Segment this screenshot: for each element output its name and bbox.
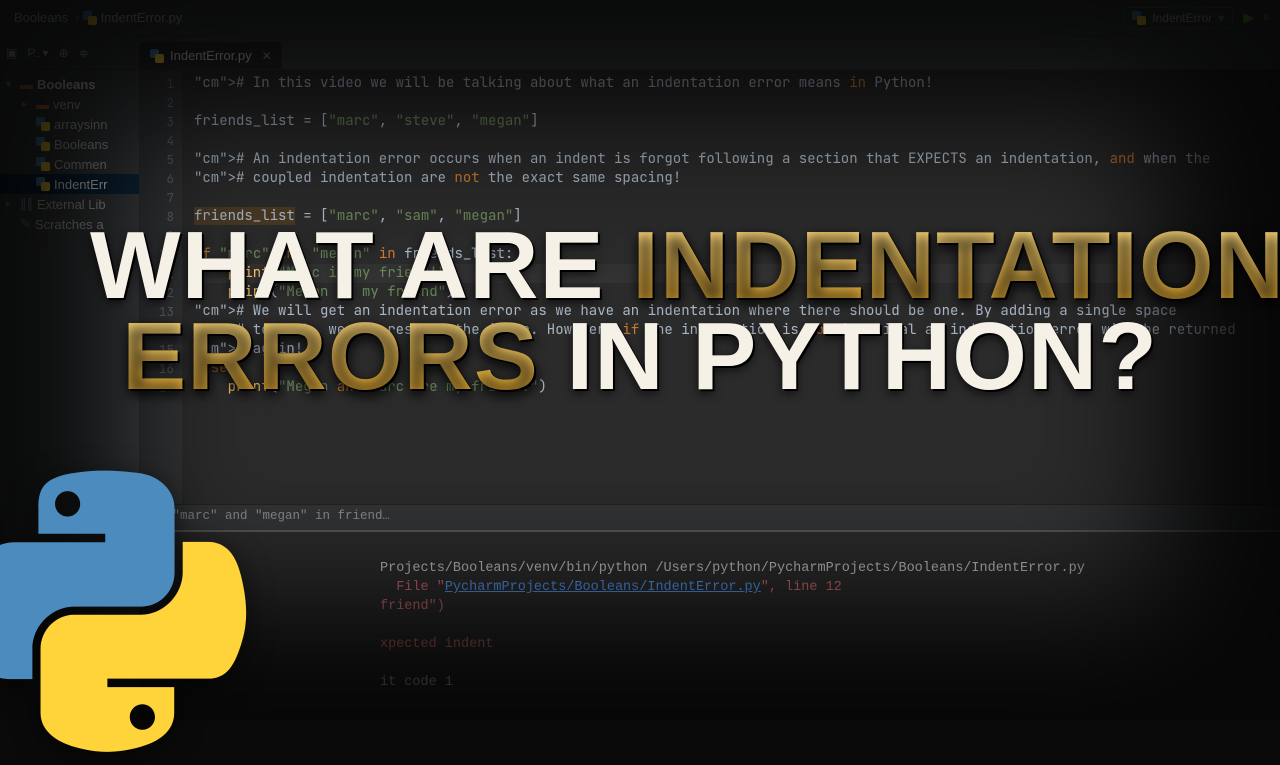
python-file-icon [150, 49, 164, 63]
tree-item[interactable]: ▸▬venv [0, 94, 139, 114]
project-toolbar: ▣ P.. ▾ ⊕ ≑ [0, 36, 139, 70]
console-exit: it code 1 [380, 675, 453, 690]
editor-breadcrumb[interactable]: if "marc" and "megan" in friend… [140, 504, 1280, 530]
title-word: IN PYTHON? [539, 303, 1158, 410]
console-snippet: friend") [380, 599, 445, 614]
console-command: Projects/Booleans/venv/bin/python /Users… [380, 561, 1085, 576]
console-error-line: File "PycharmProjects/Booleans/IndentErr… [380, 580, 842, 595]
run-button[interactable]: ▶ [1243, 9, 1254, 26]
python-file-icon [1132, 11, 1146, 25]
console-file-link[interactable]: PycharmProjects/Booleans/IndentError.py [445, 580, 761, 595]
tree-item[interactable]: Commen [0, 154, 139, 174]
title-word-highlight: INDENTATION [632, 212, 1280, 319]
target-icon[interactable]: ⊕ [59, 46, 69, 60]
tab-filename: IndentError.py [170, 48, 252, 63]
run-tool-window[interactable]: Projects/Booleans/venv/bin/python /Users… [140, 530, 1280, 720]
breadcrumb-file[interactable]: IndentError.py [97, 10, 187, 25]
run-config-selector[interactable]: IndentError ▾ [1123, 7, 1233, 29]
title-word-highlight: ERRORS [122, 303, 539, 410]
close-tab-icon[interactable]: ✕ [262, 49, 272, 63]
editor-tab-bar: IndentError.py ✕ [140, 36, 1280, 70]
project-view-icon[interactable]: ▣ [6, 46, 17, 60]
tree-item[interactable]: ▸∥∥External Lib [0, 194, 139, 214]
tree-item[interactable]: Booleans [0, 134, 139, 154]
collapse-icon[interactable]: ≑ [79, 46, 89, 60]
project-dropdown[interactable]: P.. ▾ [27, 46, 48, 60]
project-dropdown-label: P.. [27, 46, 40, 60]
breadcrumb-sep: › [72, 10, 82, 25]
breadcrumb-project[interactable]: Booleans [10, 10, 72, 25]
video-title-overlay: WHAT ARE INDENTATION ERRORS IN PYTHON? [90, 220, 1190, 402]
python-logo [0, 470, 250, 760]
debug-button[interactable]: ⌖ [1262, 9, 1270, 26]
editor-tab[interactable]: IndentError.py ✕ [140, 42, 282, 69]
tree-item[interactable]: IndentErr [0, 174, 139, 194]
run-config-label: IndentError [1152, 11, 1212, 25]
tree-item[interactable]: ▾▬Booleans [0, 74, 139, 94]
python-file-icon [83, 11, 97, 25]
chevron-down-icon: ▾ [1218, 11, 1224, 25]
chevron-down-icon: ▾ [42, 46, 48, 60]
nav-breadcrumb-bar: Booleans › IndentError.py IndentError ▾ … [0, 0, 1280, 36]
tree-item[interactable]: arraysinn [0, 114, 139, 134]
console-error-message: xpected indent [380, 637, 493, 652]
